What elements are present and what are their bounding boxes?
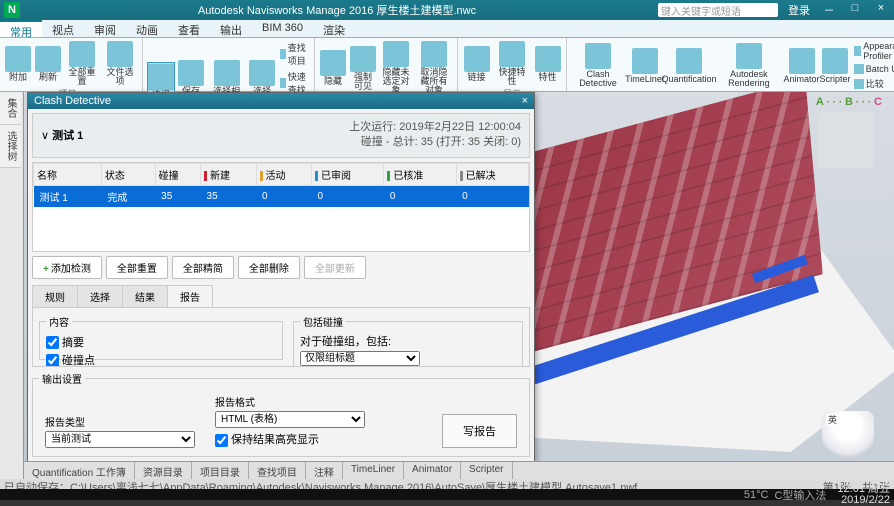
sidebar-tab-sets[interactable]: 集合 [0,92,21,125]
subtab-2[interactable]: 结果 [122,285,168,307]
table-row[interactable]: 测试 1 完成 35 35 0 0 0 0 [34,185,529,207]
subtab-3[interactable]: 报告 [167,285,213,307]
ribbon-tab-0[interactable]: 常用 [0,20,42,37]
ribbon-stack-item[interactable]: Appearance Profiler [852,40,894,62]
update-all-button: 全部更新 [304,256,366,279]
status-text: 已自动保存：C:\Users\离浅七七\AppData\Roaming\Auto… [4,482,637,489]
ribbon-tab-3[interactable]: 动画 [126,20,168,37]
panel-close-icon[interactable]: × [522,95,528,107]
report-type-select[interactable]: 当前测试 [45,431,195,448]
login-link[interactable]: 登录 [788,2,810,18]
test-name: 测试 1 [52,130,83,142]
view-cube[interactable] [818,112,874,168]
subtab-1[interactable]: 选择 [77,285,123,307]
content-opt[interactable]: 碰撞点 [46,351,276,367]
ribbon-btn[interactable]: Quantification [665,47,713,85]
ribbon-stack-item[interactable]: 比较 [852,76,894,91]
keyword-search[interactable]: 键入关键字或短语 [658,3,778,17]
content-opt[interactable]: 摘要 [46,333,276,351]
bottom-tab[interactable]: TimeLiner [343,462,404,479]
ribbon-tab-4[interactable]: 查看 [168,20,210,37]
sidebar-tab-tree[interactable]: 选择树 [0,125,21,168]
ribbon-btn[interactable]: Clash Detective [571,42,625,89]
ribbon-tab-6[interactable]: BIM 360 [252,20,313,37]
bottom-tab[interactable]: 查找项目 [249,462,306,479]
ribbon-tab-1[interactable]: 视点 [42,20,84,37]
ribbon-btn[interactable]: 链接 [462,45,491,83]
bottom-tab[interactable]: Animator [404,462,461,479]
ribbon-tab-7[interactable]: 渲染 [313,20,355,37]
bottom-tab[interactable]: Scripter [461,462,512,479]
ribbon-btn[interactable]: 特性 [533,45,562,83]
reset-all-button[interactable]: 全部重置 [106,256,168,279]
bottom-tab[interactable]: 注释 [306,462,343,479]
app-logo: N [4,2,20,18]
close-button[interactable]: × [872,2,890,18]
ribbon-btn[interactable]: 文件选项 [102,40,138,87]
clash-summary: 碰撞 - 总计: 35 (打开: 35 关闭: 0) [349,135,521,150]
bottom-tab[interactable]: 项目目录 [192,462,249,479]
bottom-tab[interactable]: 资源目录 [135,462,192,479]
ribbon-stack-item[interactable]: Batch Utility [852,63,894,75]
delete-all-button[interactable]: 全部删除 [238,256,300,279]
ribbon-btn[interactable]: Scripter [820,47,850,85]
bottom-tab[interactable]: Quantification 工作簿 [24,462,135,479]
subtab-0[interactable]: 规则 [32,285,78,307]
report-format-select[interactable]: HTML (表格) [215,411,365,428]
ribbon-btn[interactable]: Autodesk Rendering [715,42,783,89]
write-report-button[interactable]: 写报告 [442,414,517,448]
ribbon-btn[interactable]: TimeLiner [627,47,663,85]
ribbon-btn[interactable]: 取消隐藏所有对象 [415,40,453,96]
add-test-button[interactable]: 添加检测 [32,256,102,279]
group-include-select[interactable]: 仅限组标题 [300,351,420,366]
ribbon-tab-5[interactable]: 输出 [210,20,252,37]
ribbon-btn[interactable]: 隐藏 [319,49,347,87]
ime-avatar[interactable] [822,411,874,463]
ribbon-stack-item[interactable]: 查找项目 [278,40,310,68]
ribbon-tab-2[interactable]: 审阅 [84,20,126,37]
ribbon-btn[interactable]: 强制可见 [349,45,377,92]
ribbon-btn[interactable]: Animator [785,47,818,85]
ribbon-btn[interactable]: 附加 [4,45,32,83]
ribbon-btn[interactable]: 刷新 [34,45,62,83]
app-title: Autodesk Navisworks Manage 2016 厚生楼土建模型.… [26,2,648,18]
max-button[interactable]: □ [846,2,864,18]
ribbon-btn[interactable]: 快捷特性 [493,40,531,87]
keep-highlight-checkbox[interactable] [215,434,228,447]
ribbon-btn[interactable]: 隐藏未选定对象 [379,40,413,96]
compact-all-button[interactable]: 全部精简 [172,256,234,279]
min-button[interactable]: － [820,2,838,18]
panel-title: Clash Detective [34,95,111,107]
clash-detective-panel: Clash Detective × ∨ 测试 1 上次运行: 2019年2月22… [27,92,535,462]
ribbon-btn[interactable]: 全部重置 [64,40,100,87]
